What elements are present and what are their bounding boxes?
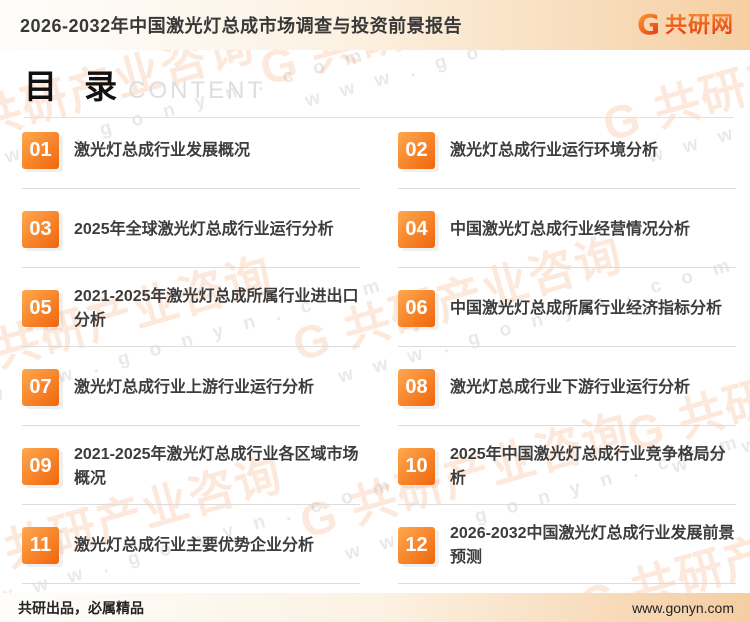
logo-g-icon: G: [637, 11, 660, 39]
toc-item-title: 2025年中国激光灯总成行业竞争格局分析: [450, 443, 736, 489]
toc-item-title: 2021-2025年激光灯总成行业各区域市场概况: [74, 443, 360, 489]
toc-item-number-badge: 06: [398, 290, 435, 327]
toc-heading: 目 录 CONTENT: [24, 60, 734, 118]
toc-item-07[interactable]: 07 激光灯总成行业上游行业运行分析: [22, 358, 360, 437]
toc-item-12[interactable]: 12 2026-2032中国激光灯总成行业发展前景预测: [398, 516, 736, 595]
toc-item-number-badge: 09: [22, 448, 59, 485]
toc-item-number-badge: 08: [398, 369, 435, 406]
toc-item-number-badge: 11: [22, 527, 59, 564]
footer-website-link[interactable]: www.gonyn.com: [632, 600, 734, 616]
toc-item-09[interactable]: 09 2021-2025年激光灯总成行业各区域市场概况: [22, 437, 360, 516]
toc-item-02[interactable]: 02 激光灯总成行业运行环境分析: [398, 121, 736, 200]
logo-brand-name: 共研网: [665, 14, 734, 36]
toc-item-title: 激光灯总成行业下游行业运行分析: [450, 376, 690, 399]
brand-logo[interactable]: G 共研网: [637, 11, 734, 39]
toc-heading-subtitle: CONTENT: [128, 77, 265, 105]
toc-item-number-badge: 01: [22, 132, 59, 169]
toc-item-01[interactable]: 01 激光灯总成行业发展概况: [22, 121, 360, 200]
toc-item-number-badge: 04: [398, 211, 435, 248]
toc-item-number-badge: 02: [398, 132, 435, 169]
toc-item-number-badge: 10: [398, 448, 435, 485]
toc-item-title: 2025年全球激光灯总成行业运行分析: [74, 218, 334, 241]
report-title: 2026-2032年中国激光灯总成市场调查与投资前景报告: [20, 12, 462, 38]
footer-slogan: 共研出品，必属精品: [18, 598, 144, 618]
report-toc-page: G 共研产业咨询 w w w . g o n y n . c o m G 共研产…: [0, 0, 750, 622]
toc-item-05[interactable]: 05 2021-2025年激光灯总成所属行业进出口分析: [22, 279, 360, 358]
header-bar: 2026-2032年中国激光灯总成市场调查与投资前景报告 G 共研网: [0, 0, 750, 50]
toc-item-03[interactable]: 03 2025年全球激光灯总成行业运行分析: [22, 200, 360, 279]
toc-item-title: 中国激光灯总成行业经营情况分析: [450, 218, 690, 241]
toc-item-title: 中国激光灯总成所属行业经济指标分析: [450, 297, 722, 320]
toc-item-10[interactable]: 10 2025年中国激光灯总成行业竞争格局分析: [398, 437, 736, 516]
toc-item-11[interactable]: 11 激光灯总成行业主要优势企业分析: [22, 516, 360, 595]
toc-list: 01 激光灯总成行业发展概况 02 激光灯总成行业运行环境分析 03 2025年…: [22, 121, 736, 595]
toc-item-title: 2021-2025年激光灯总成所属行业进出口分析: [74, 285, 360, 331]
toc-item-number-badge: 12: [398, 527, 435, 564]
toc-item-number-badge: 07: [22, 369, 59, 406]
toc-item-number-badge: 03: [22, 211, 59, 248]
toc-item-title: 激光灯总成行业主要优势企业分析: [74, 534, 314, 557]
toc-heading-title: 目 录: [24, 60, 126, 108]
toc-item-08[interactable]: 08 激光灯总成行业下游行业运行分析: [398, 358, 736, 437]
toc-item-title: 激光灯总成行业发展概况: [74, 139, 250, 162]
footer-bar: 共研出品，必属精品 www.gonyn.com: [0, 593, 750, 622]
toc-item-number-badge: 05: [22, 290, 59, 327]
toc-item-06[interactable]: 06 中国激光灯总成所属行业经济指标分析: [398, 279, 736, 358]
toc-item-title: 激光灯总成行业运行环境分析: [450, 139, 658, 162]
toc-item-title: 激光灯总成行业上游行业运行分析: [74, 376, 314, 399]
toc-item-title: 2026-2032中国激光灯总成行业发展前景预测: [450, 522, 736, 568]
toc-item-04[interactable]: 04 中国激光灯总成行业经营情况分析: [398, 200, 736, 279]
